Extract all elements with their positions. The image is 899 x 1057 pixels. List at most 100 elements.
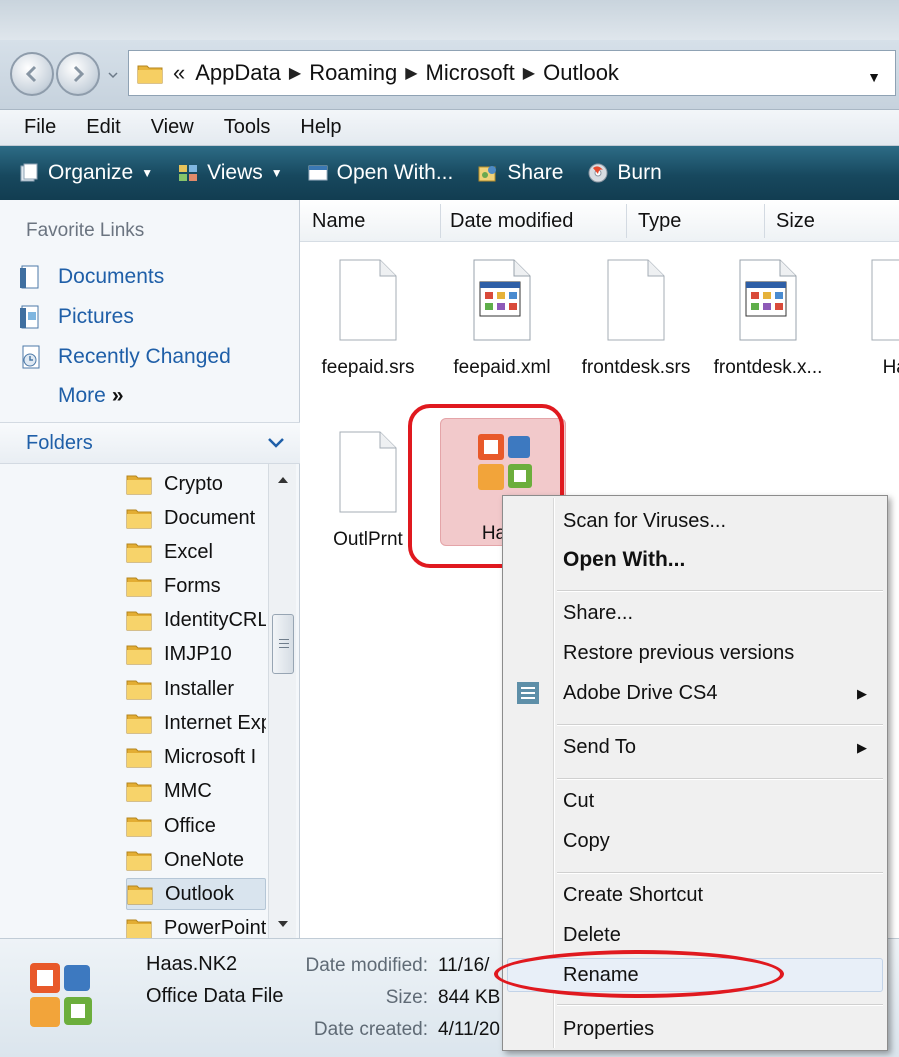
scroll-up-icon[interactable] (273, 470, 293, 490)
context-item-open-with[interactable]: Open With... (563, 548, 685, 572)
share-button[interactable]: Share (477, 161, 563, 185)
menu-separator (557, 590, 883, 592)
folder-tree: Crypto Document Excel Forms IdentityCRL IMJP1… (0, 464, 270, 938)
folder-item-office[interactable]: Office (126, 810, 266, 842)
burn-button[interactable]: Burn (587, 161, 662, 185)
file-item[interactable]: feepaid.srs (304, 258, 432, 379)
menu-file[interactable]: File (24, 116, 56, 139)
crumb-roaming[interactable]: Roaming (309, 60, 397, 86)
favorite-documents[interactable]: Documents (18, 264, 164, 290)
context-item-share[interactable]: Share... (563, 602, 633, 625)
favorite-recently-changed[interactable]: Recently Changed (18, 344, 231, 370)
crumb-appdata[interactable]: AppData (195, 60, 281, 86)
folder-item-mmc[interactable]: MMC (126, 775, 266, 807)
views-button[interactable]: Views ▼ (177, 161, 283, 185)
context-item-delete[interactable]: Delete (563, 924, 621, 947)
context-item-create-shortcut[interactable]: Create Shortcut (563, 884, 703, 907)
folder-item-label: MMC (164, 779, 212, 802)
folder-item-microsoft-i[interactable]: Microsoft I (126, 741, 266, 773)
folder-item-document[interactable]: Document (126, 502, 266, 534)
context-item-copy[interactable]: Copy (563, 830, 610, 853)
address-overflow[interactable]: « (173, 60, 185, 86)
column-divider[interactable] (440, 204, 441, 238)
crumb-separator-icon[interactable]: ▶ (523, 63, 535, 83)
navigation-pane: Favorite Links Documents Pictures Recent… (0, 200, 300, 938)
forward-button[interactable] (56, 52, 100, 96)
submenu-arrow-icon: ▶ (857, 740, 867, 755)
recent-pages-dropdown-icon[interactable] (108, 70, 118, 80)
column-name[interactable]: Name (312, 210, 365, 233)
folder-icon (126, 919, 152, 938)
menu-separator (557, 724, 883, 726)
folder-icon (137, 65, 163, 84)
folder-icon (126, 645, 152, 665)
crumb-separator-icon[interactable]: ▶ (405, 63, 417, 83)
file-name: feepaid.xml (453, 357, 551, 378)
folder-item-powerpoint[interactable]: PowerPoint (126, 912, 266, 938)
back-button[interactable] (10, 52, 54, 96)
column-divider[interactable] (764, 204, 765, 238)
favorite-pictures[interactable]: Pictures (18, 304, 134, 330)
menu-separator (557, 1004, 883, 1006)
folder-icon (126, 782, 152, 802)
open-with-icon (308, 165, 328, 181)
scrollbar-thumb[interactable] (272, 614, 294, 674)
folder-item-installer[interactable]: Installer (126, 673, 266, 705)
context-item-restore-previous-versions[interactable]: Restore previous versions (563, 642, 794, 665)
crumb-microsoft[interactable]: Microsoft (426, 60, 515, 86)
context-item-send-to[interactable]: Send To (563, 736, 636, 759)
blank-file-icon (871, 259, 899, 341)
file-item[interactable]: feepaid.xml (438, 258, 566, 379)
share-icon (478, 166, 497, 182)
share-label: Share (507, 161, 564, 184)
column-size[interactable]: Size (776, 210, 815, 233)
address-bar[interactable]: « AppData ▶ Roaming ▶ Microsoft ▶ Outloo… (128, 50, 896, 96)
file-item[interactable]: frontdesk.srs (572, 258, 700, 379)
scroll-down-icon[interactable] (273, 914, 293, 934)
menu-view[interactable]: View (151, 116, 194, 139)
folder-icon (126, 851, 152, 871)
folder-tree-scrollbar[interactable] (268, 464, 296, 938)
crumb-separator-icon[interactable]: ▶ (289, 63, 301, 83)
menu-help[interactable]: Help (300, 116, 341, 139)
folder-item-imjp10[interactable]: IMJP10 (126, 638, 266, 670)
address-row: « AppData ▶ Roaming ▶ Microsoft ▶ Outloo… (0, 40, 899, 110)
details-modified-label: Date modified: (305, 955, 428, 976)
folder-item-forms[interactable]: Forms (126, 570, 266, 602)
favorite-documents-label: Documents (58, 265, 165, 288)
context-item-properties[interactable]: Properties (563, 1018, 654, 1041)
file-item[interactable]: frontdesk.x... (704, 258, 832, 379)
column-divider[interactable] (626, 204, 627, 238)
folder-item-identitycrl[interactable]: IdentityCRL (126, 604, 266, 636)
organize-button[interactable]: Organize ▼ (18, 161, 153, 185)
crumb-outlook[interactable]: Outlook (543, 60, 619, 86)
double-chevron-icon: » (111, 384, 124, 407)
folder-item-onenote[interactable]: OneNote (126, 844, 266, 876)
folder-item-outlook[interactable]: Outlook (126, 878, 266, 910)
file-name: Haa (882, 357, 899, 378)
address-dropdown-icon[interactable]: ▼ (867, 69, 881, 85)
favorites-more-link[interactable]: More» (58, 384, 124, 408)
folder-icon (126, 475, 152, 495)
favorites-more-label: More (58, 384, 106, 407)
file-item[interactable]: Haa (836, 258, 899, 379)
annotation-circle-rename (494, 950, 784, 998)
column-type[interactable]: Type (638, 210, 681, 233)
context-item-adobe-drive-cs4[interactable]: Adobe Drive CS4 (563, 682, 718, 705)
folder-item-internet-exp[interactable]: Internet Exp (126, 707, 266, 739)
menu-tools[interactable]: Tools (224, 116, 271, 139)
column-date-modified[interactable]: Date modified (450, 210, 573, 233)
context-item-cut[interactable]: Cut (563, 790, 594, 813)
burn-disc-icon (588, 163, 608, 183)
folder-item-excel[interactable]: Excel (126, 536, 266, 568)
open-with-button[interactable]: Open With... (307, 161, 453, 185)
folders-header[interactable]: Folders (0, 422, 300, 464)
details-created-value: 4/11/20 (438, 1019, 500, 1040)
folder-item-crypto[interactable]: Crypto (126, 468, 266, 500)
context-item-scan-for-viruses[interactable]: Scan for Viruses... (563, 510, 726, 533)
folder-item-label: Office (164, 814, 216, 837)
folder-icon (126, 748, 152, 768)
adobe-drive-icon (517, 682, 539, 704)
menu-bar: File Edit View Tools Help (0, 110, 899, 146)
menu-edit[interactable]: Edit (86, 116, 120, 139)
